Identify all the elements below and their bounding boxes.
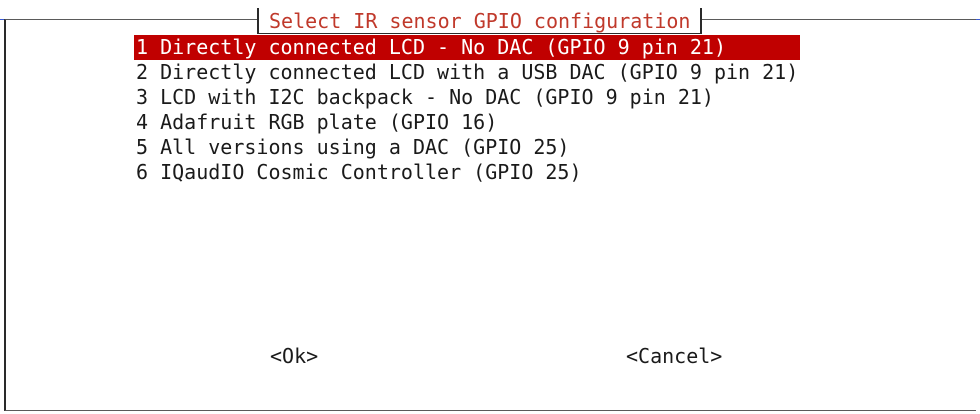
- menu-item-3[interactable]: 3 LCD with I2C backpack - No DAC (GPIO 9…: [134, 85, 800, 110]
- menu-item-6[interactable]: 6 IQaudIO Cosmic Controller (GPIO 25): [134, 160, 800, 185]
- menu-item-5[interactable]: 5 All versions using a DAC (GPIO 25): [134, 135, 800, 160]
- terminal-top-strip: [0, 0, 980, 6]
- dialog-title: Select IR sensor GPIO configuration: [257, 8, 703, 34]
- menu-item-4[interactable]: 4 Adafruit RGB plate (GPIO 16): [134, 110, 800, 135]
- menu-item-1[interactable]: 1 Directly connected LCD - No DAC (GPIO …: [134, 35, 801, 60]
- terminal-screen: { "dialog": { "title": "Select IR sensor…: [0, 0, 980, 414]
- cancel-button[interactable]: <Cancel>: [624, 344, 724, 368]
- menu-list: 1 Directly connected LCD - No DAC (GPIO …: [134, 35, 801, 185]
- ok-button[interactable]: <Ok>: [268, 344, 320, 368]
- menu-item-2[interactable]: 2 Directly connected LCD with a USB DAC …: [134, 60, 800, 85]
